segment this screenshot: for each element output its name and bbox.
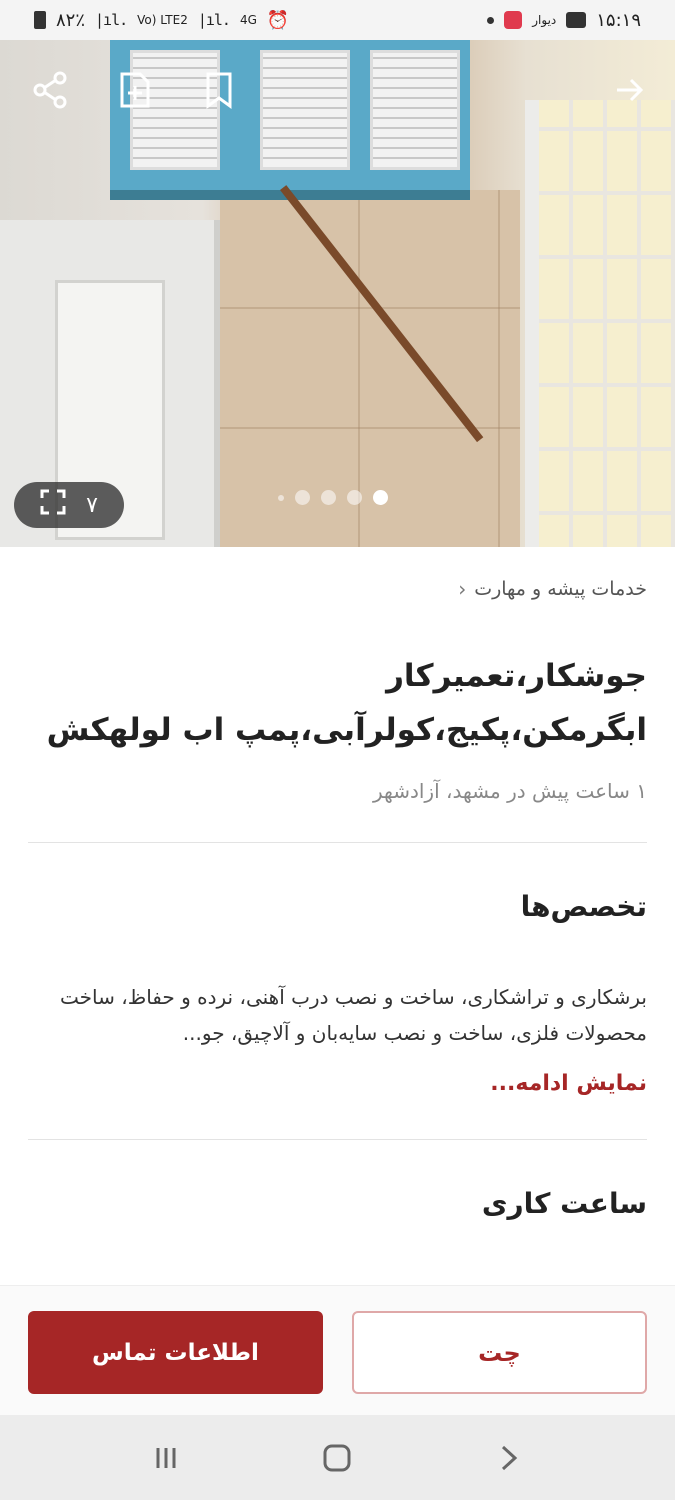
bookmark-icon[interactable] — [204, 70, 234, 110]
chat-button[interactable]: چت — [352, 1311, 647, 1394]
pagination-dot — [347, 490, 362, 505]
system-nav-bar — [0, 1415, 675, 1500]
signal-icon-2: |ıl. — [197, 11, 231, 29]
divider — [28, 842, 647, 843]
status-bar: ۸۲٪ |ıl. Vo) LTE2 |ıl. 4G ⏰ دیوار ۱۵:۱۹ — [0, 0, 675, 40]
back-nav-icon[interactable] — [479, 1428, 539, 1488]
bottom-action-bar: اطلاعات تماس چت — [0, 1285, 675, 1415]
recent-apps-icon[interactable] — [136, 1428, 196, 1488]
contact-info-button[interactable]: اطلاعات تماس — [28, 1311, 323, 1394]
divider — [28, 1139, 647, 1140]
ad-meta: ۱ ساعت پیش در مشهد، آزادشهر — [372, 779, 647, 803]
show-more-link[interactable]: نمایش ادامه... — [490, 1071, 647, 1096]
add-note-icon[interactable] — [118, 70, 152, 110]
share-icon[interactable] — [32, 70, 68, 110]
chevron-left-icon: ‹ — [458, 577, 467, 601]
photo-louver — [260, 50, 350, 170]
photo-cooler — [110, 40, 470, 200]
photo-count: ۷ — [86, 492, 98, 518]
status-right: دیوار ۱۵:۱۹ — [487, 10, 641, 31]
message-icon — [566, 12, 587, 28]
fullscreen-icon — [40, 489, 66, 521]
battery-icon — [34, 11, 46, 29]
ad-title: جوشکار،تعمیرکار ابگرمکن،پکیج،کولرآبی،پمپ… — [46, 658, 647, 748]
breadcrumb[interactable]: خدمات پیشه و مهارت ‹ — [458, 577, 647, 601]
pagination-dot — [321, 490, 336, 505]
status-left: ۸۲٪ |ıl. Vo) LTE2 |ıl. 4G ⏰ — [34, 10, 289, 31]
breadcrumb-label[interactable]: خدمات پیشه و مهارت — [474, 578, 647, 600]
working-hours-heading: ساعت کاری — [481, 1187, 647, 1220]
home-icon[interactable] — [307, 1428, 367, 1488]
app-label: دیوار — [532, 13, 557, 27]
alarm-icon: ⏰ — [266, 9, 290, 31]
gallery-pagination — [278, 490, 388, 505]
back-arrow-icon[interactable] — [613, 70, 645, 110]
signal-icon: |ıl. — [95, 11, 128, 29]
divar-app-icon — [504, 11, 523, 29]
specialties-description: برشکاری و تراشکاری، ساخت و نصب درب آهنی،… — [60, 985, 647, 1045]
specialties-heading: تخصص‌ها — [520, 890, 647, 923]
photo-louver — [370, 50, 460, 170]
pagination-dot — [278, 494, 284, 501]
ad-photo-gallery[interactable]: ۷ — [0, 40, 675, 547]
network-label-2: 4G — [239, 13, 257, 27]
photo-louver — [130, 50, 220, 170]
pagination-dot — [295, 490, 310, 505]
pagination-dot-active — [373, 490, 388, 505]
network-label-1: Vo) LTE2 — [137, 13, 188, 27]
chat-label: چت — [478, 1338, 521, 1367]
battery-level: ۸۲٪ — [56, 9, 86, 31]
photo-counter-button[interactable]: ۷ — [14, 482, 124, 528]
contact-info-label: اطلاعات تماس — [92, 1339, 259, 1366]
clock: ۱۵:۱۹ — [596, 9, 641, 31]
photo-window — [525, 100, 675, 547]
notification-dot-icon — [487, 16, 495, 24]
